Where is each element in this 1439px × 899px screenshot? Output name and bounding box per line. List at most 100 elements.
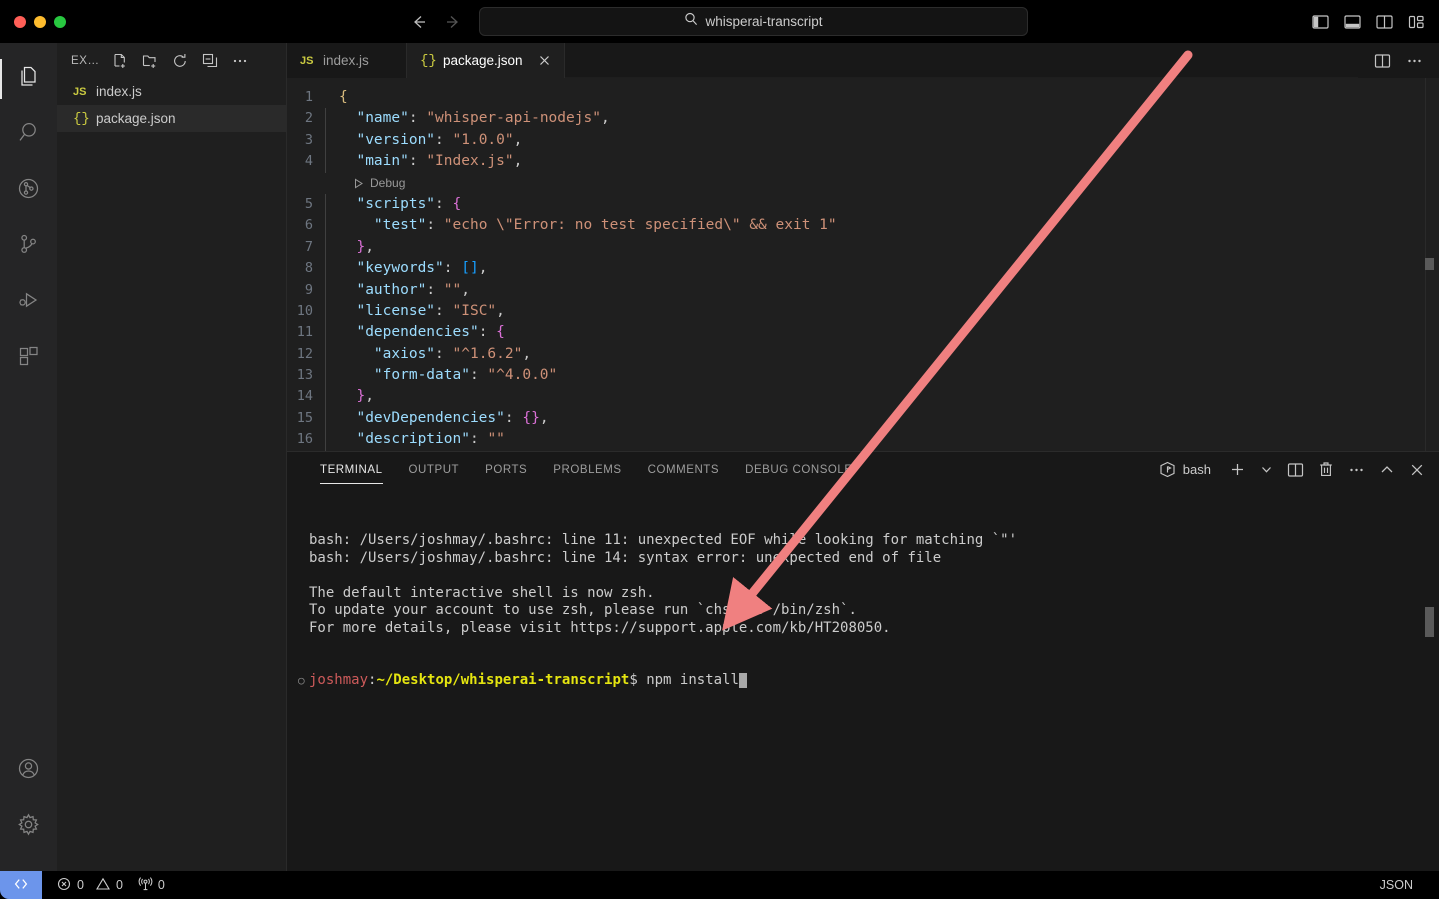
split-editor-icon[interactable] — [1374, 53, 1391, 69]
chevron-down-icon[interactable] — [1260, 463, 1273, 476]
line-number: 9 — [304, 281, 313, 298]
code-text: "keywords": [], — [324, 258, 487, 280]
extensions-icon — [16, 344, 41, 374]
activity-item-source-control-graph[interactable] — [0, 163, 57, 219]
terminal-icon — [1159, 461, 1176, 478]
language-mode[interactable]: JSON — [1380, 878, 1413, 892]
remote-window-indicator[interactable] — [0, 871, 42, 899]
code-text: { — [339, 89, 348, 105]
layout-controls — [1312, 14, 1425, 29]
terminal-command-input[interactable]: npm install — [646, 672, 739, 690]
prompt-path: ~/Desktop/whisperai-transcript — [376, 672, 630, 688]
activity-item-explorer[interactable] — [0, 51, 57, 107]
activity-item-run-and-debug[interactable] — [0, 275, 57, 331]
toggle-secondary-sidebar-icon[interactable] — [1376, 14, 1393, 29]
close-panel-icon[interactable] — [1409, 462, 1425, 478]
maximize-window-button[interactable] — [54, 15, 66, 28]
arrow-right-icon[interactable] — [444, 13, 462, 31]
terminal-line: bash: /Users/joshmay/.bashrc: line 11: u… — [309, 532, 1018, 548]
arrow-left-icon[interactable] — [410, 13, 428, 31]
ports-indicator[interactable]: 0 — [138, 876, 165, 894]
code-line: 15 "devDependencies": {}, — [287, 407, 1439, 430]
panel-scrollbar-thumb[interactable] — [1425, 607, 1434, 637]
window-controls — [0, 15, 66, 28]
line-number: 7 — [304, 238, 313, 255]
search-icon — [684, 12, 698, 31]
sidebar-title: EX… — [71, 54, 100, 67]
activity-item-extensions[interactable] — [0, 331, 57, 387]
collapse-folders-icon[interactable] — [202, 53, 218, 69]
code-line: 2 "name": "whisper-api-nodejs", — [287, 108, 1439, 131]
panel-tab-problems[interactable]: PROBLEMS — [540, 452, 634, 487]
account-icon — [16, 756, 41, 786]
file-item-package-json[interactable]: {} package.json — [57, 105, 286, 132]
sidebar-header: EX… — [57, 43, 286, 78]
toggle-primary-sidebar-icon[interactable] — [1312, 14, 1329, 29]
panel-tab-debug-console[interactable]: DEBUG CONSOLE — [732, 452, 865, 487]
editor-scrollbar-thumb[interactable] — [1425, 258, 1434, 270]
code-text: "test": "echo \"Error: no test specified… — [325, 215, 837, 238]
code-text: "scripts": { — [324, 193, 461, 216]
terminal-selector[interactable]: bash — [1159, 461, 1211, 478]
more-actions-icon[interactable] — [1406, 53, 1423, 69]
prompt-colon: : — [368, 672, 377, 688]
code-text: "version": "1.0.0", — [324, 129, 522, 152]
file-item-index-js[interactable]: JS index.js — [57, 78, 286, 105]
error-icon — [57, 877, 71, 894]
problems-indicator[interactable]: 0 0 — [57, 877, 123, 894]
code-line: 9 "author": "", — [287, 279, 1439, 302]
files-icon — [16, 64, 41, 94]
maximize-panel-icon[interactable] — [1379, 462, 1395, 478]
new-terminal-icon[interactable] — [1229, 461, 1246, 478]
line-number: 11 — [296, 324, 313, 341]
line-number: 1 — [304, 89, 313, 105]
terminal-output[interactable]: bash: /Users/joshmay/.bashrc: line 11: u… — [287, 487, 1439, 871]
code-line: 8 "keywords": [], — [287, 258, 1439, 280]
line-number: 10 — [296, 302, 313, 319]
editor-area: JS index.js {} package.json 1 {2 "name"… — [287, 43, 1439, 871]
file-label: index.js — [96, 84, 142, 99]
new-file-icon[interactable] — [112, 53, 128, 69]
panel-tab-comments[interactable]: COMMENTS — [635, 452, 732, 487]
refresh-icon[interactable] — [172, 53, 188, 69]
command-center-search[interactable]: whisperai-transcript — [479, 7, 1028, 36]
code-line: 14 }, — [287, 386, 1439, 409]
tab-package-json[interactable]: {} package.json — [407, 43, 565, 78]
customize-layout-icon[interactable] — [1408, 14, 1425, 29]
new-folder-icon[interactable] — [142, 53, 158, 69]
error-count: 0 — [77, 878, 84, 892]
tab-index-js[interactable]: JS index.js — [287, 43, 407, 78]
code-editor[interactable]: 1{2 "name": "whisper-api-nodejs", 3 "vers… — [287, 78, 1439, 451]
code-text: "devDependencies": {}, — [325, 407, 549, 430]
close-icon[interactable] — [538, 54, 551, 67]
code-text: }, — [325, 386, 374, 409]
more-actions-icon[interactable] — [232, 53, 248, 69]
panel-tab-ports[interactable]: PORTS — [472, 452, 540, 487]
source-control-branch-icon — [16, 232, 41, 262]
activity-item-accounts[interactable] — [0, 743, 57, 799]
json-file-icon: {} — [73, 110, 90, 127]
line-number: 12 — [296, 345, 313, 362]
split-terminal-icon[interactable] — [1287, 462, 1304, 478]
terminal-line: To update your account to use zsh, pleas… — [309, 602, 857, 618]
warning-icon — [95, 877, 110, 894]
tab-bar-filler — [564, 43, 1358, 78]
activity-item-search[interactable] — [0, 107, 57, 163]
activity-item-source-control[interactable] — [0, 219, 57, 275]
navigation-arrows — [410, 13, 462, 31]
codelens-debug[interactable]: Debug — [287, 173, 1439, 194]
code-text: "main": "Index.js", — [324, 151, 522, 173]
js-file-icon: JS — [300, 54, 314, 67]
panel-tab-output[interactable]: OUTPUT — [396, 452, 473, 487]
close-window-button[interactable] — [14, 15, 26, 28]
code-line: 7 }, — [287, 236, 1439, 259]
toggle-panel-icon[interactable] — [1344, 14, 1361, 29]
activity-item-manage[interactable] — [0, 799, 57, 855]
more-actions-icon[interactable] — [1348, 462, 1365, 478]
panel-tab-terminal[interactable]: TERMINAL — [307, 452, 396, 487]
kill-terminal-icon[interactable] — [1318, 461, 1334, 478]
minimize-window-button[interactable] — [34, 15, 46, 28]
remote-window-icon — [13, 876, 29, 895]
activity-bar — [0, 43, 57, 871]
